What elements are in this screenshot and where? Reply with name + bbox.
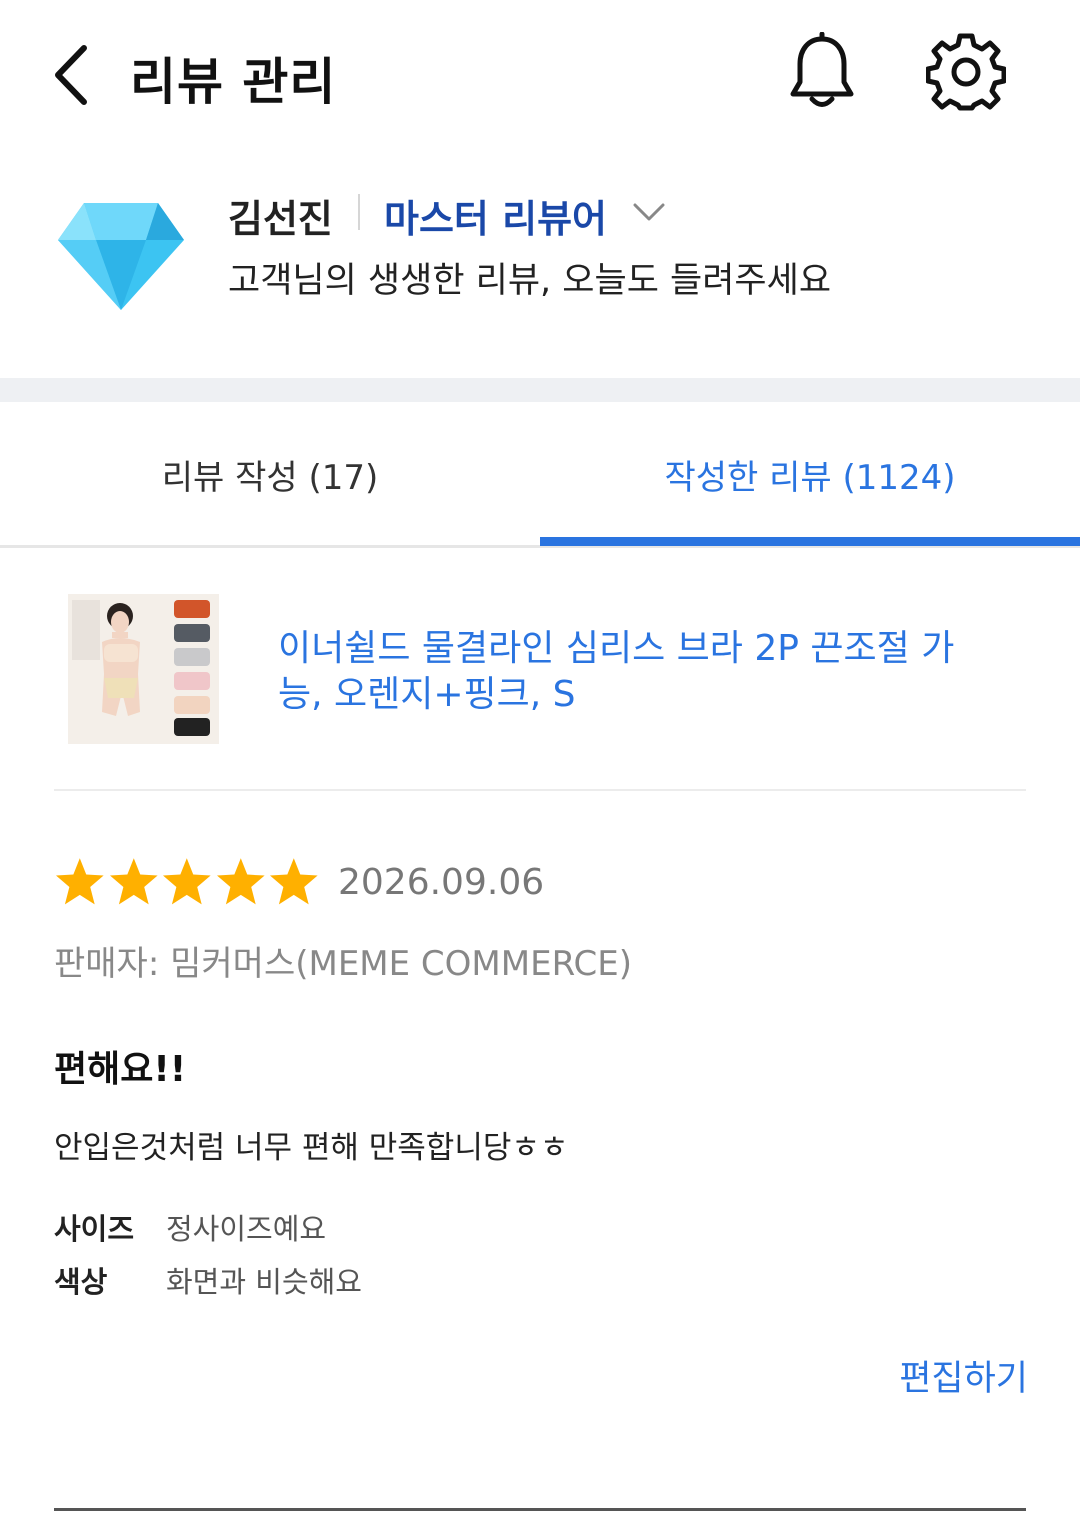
attribute-label-size: 사이즈 bbox=[54, 1212, 135, 1246]
product-thumbnail[interactable] bbox=[68, 594, 219, 744]
star-rating bbox=[54, 856, 320, 908]
review-title: 편해요!! bbox=[54, 1049, 187, 1090]
product-divider bbox=[54, 789, 1026, 791]
gear-icon bbox=[925, 33, 1007, 111]
diamond-icon bbox=[58, 203, 184, 310]
page-title: 리뷰 관리 bbox=[130, 53, 337, 111]
top-app-bar: 리뷰 관리 bbox=[0, 0, 1080, 150]
attribute-label-color: 색상 bbox=[54, 1265, 108, 1299]
reviewer-name: 김선진 bbox=[228, 197, 333, 241]
tab-active-indicator bbox=[540, 537, 1080, 546]
chevron-left-icon bbox=[55, 45, 87, 105]
settings-button[interactable] bbox=[925, 32, 1007, 112]
attribute-value-size: 정사이즈예요 bbox=[166, 1212, 327, 1246]
review-body: 안입은것처럼 너무 편해 만족합니당ㅎㅎ bbox=[54, 1130, 569, 1166]
edit-button[interactable]: 편집하기 bbox=[899, 1350, 1028, 1401]
review-date: 2026.09.06 bbox=[338, 862, 545, 903]
profile-tagline: 고객님의 생생한 리뷰, 오늘도 들려주세요 bbox=[228, 261, 832, 301]
tab-written-reviews[interactable]: 작성한 리뷰 (1124) bbox=[540, 402, 1080, 546]
product-name-link[interactable]: 이너쉴드 물결라인 심리스 브라 2P 끈조절 가능, 오렌지+핑크, S bbox=[278, 626, 978, 718]
review-management-screen: 리뷰 관리 김선진 마스터 리뷰어 고객님의 생생한 리뷰, 오늘도 들려주세요… bbox=[0, 0, 1080, 1521]
reviewer-rank[interactable]: 마스터 리뷰어 bbox=[384, 188, 607, 243]
star-icon bbox=[270, 858, 318, 905]
seller-name: 판매자: 밈커머스(MEME COMMERCE) bbox=[54, 944, 633, 984]
star-icon bbox=[109, 858, 158, 905]
chevron-down-icon[interactable] bbox=[632, 200, 666, 224]
name-divider bbox=[358, 194, 360, 230]
tab-write-review[interactable]: 리뷰 작성 (17) bbox=[0, 402, 540, 546]
attribute-value-color: 화면과 비슷해요 bbox=[166, 1265, 362, 1299]
star-icon bbox=[216, 858, 265, 905]
section-divider bbox=[0, 378, 1080, 402]
back-button[interactable] bbox=[48, 40, 98, 110]
review-bottom-divider bbox=[54, 1508, 1026, 1511]
product-image bbox=[68, 594, 219, 744]
star-icon bbox=[163, 858, 211, 905]
bell-icon bbox=[790, 31, 854, 107]
star-icon bbox=[55, 858, 104, 905]
notifications-button[interactable] bbox=[786, 31, 858, 112]
